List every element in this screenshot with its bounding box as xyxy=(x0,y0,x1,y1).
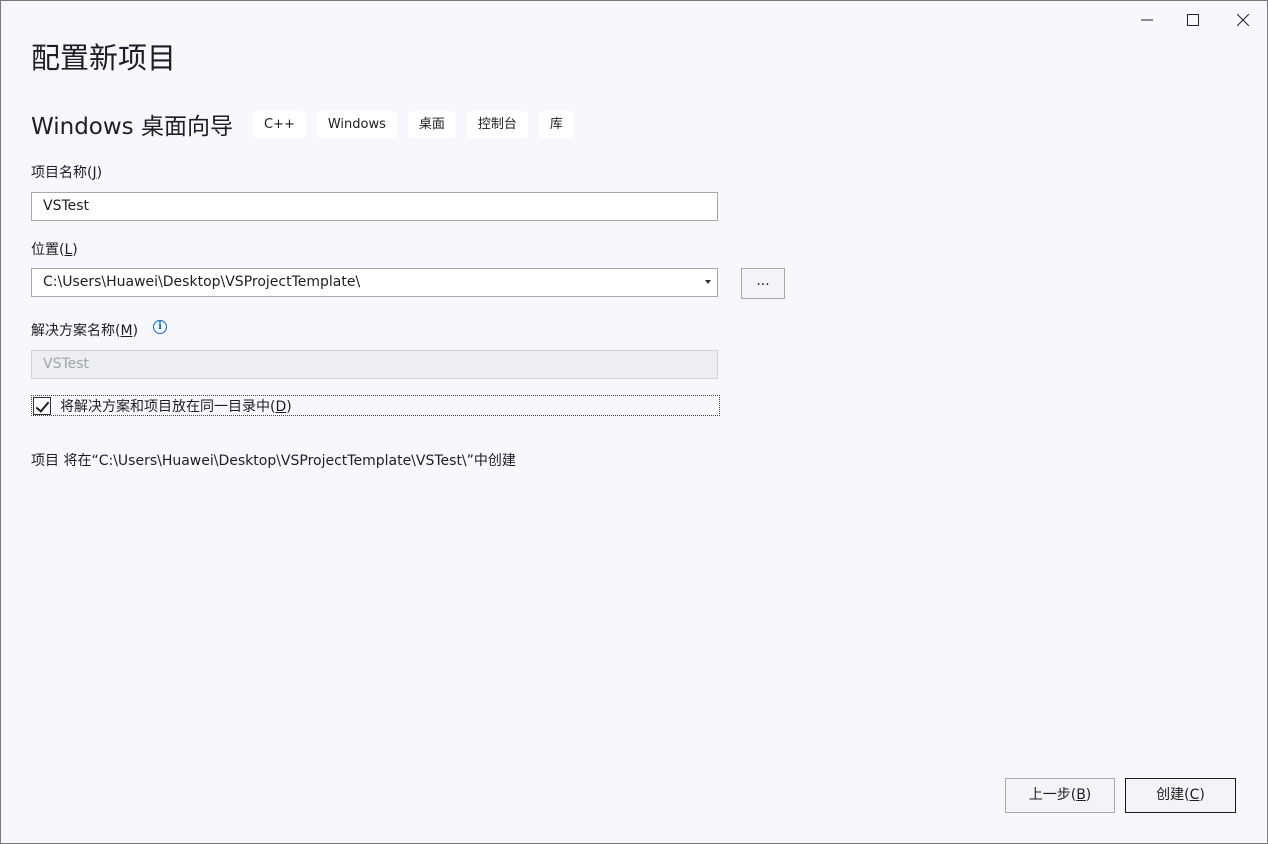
configure-project-dialog: 配置新项目 Windows 桌面向导 C++ Windows 桌面 控制台 库 … xyxy=(0,0,1268,844)
tag-windows: Windows xyxy=(316,110,397,138)
template-header: Windows 桌面向导 C++ Windows 桌面 控制台 库 xyxy=(31,107,585,141)
maximize-button[interactable] xyxy=(1171,5,1215,35)
location-combobox[interactable]: C:\Users\Huawei\Desktop\VSProjectTemplat… xyxy=(31,268,718,297)
create-button[interactable]: 创建(C) xyxy=(1125,778,1236,813)
same-directory-checkbox[interactable] xyxy=(33,396,51,415)
maximize-icon xyxy=(1187,14,1199,26)
browse-button[interactable]: ... xyxy=(741,268,785,299)
project-name-label: 项目名称(J) xyxy=(31,165,103,181)
template-name: Windows 桌面向导 xyxy=(31,114,233,140)
page-title: 配置新项目 xyxy=(31,41,177,75)
output-path-text: 项目 将在“C:\Users\Huawei\Desktop\VSProjectT… xyxy=(31,453,516,469)
close-icon xyxy=(1237,14,1249,26)
project-name-input[interactable]: VSTest xyxy=(31,192,718,221)
solution-name-label: 解决方案名称(M) xyxy=(31,323,139,339)
chevron-down-icon[interactable] xyxy=(705,280,711,284)
same-directory-label: 将解决方案和项目放在同一目录中(D) xyxy=(60,398,292,415)
location-label: 位置(L) xyxy=(31,242,78,258)
tag-desktop: 桌面 xyxy=(407,110,456,138)
tag-cpp: C++ xyxy=(252,110,306,138)
same-directory-option[interactable]: 将解决方案和项目放在同一目录中(D) xyxy=(31,395,720,416)
minimize-button[interactable] xyxy=(1125,5,1169,35)
tag-library: 库 xyxy=(538,110,574,138)
solution-name-input: VSTest xyxy=(31,350,718,379)
info-icon[interactable]: i xyxy=(153,320,167,334)
close-button[interactable] xyxy=(1221,5,1265,35)
back-button[interactable]: 上一步(B) xyxy=(1005,778,1115,813)
tag-console: 控制台 xyxy=(466,110,528,138)
minimize-icon xyxy=(1141,19,1153,21)
